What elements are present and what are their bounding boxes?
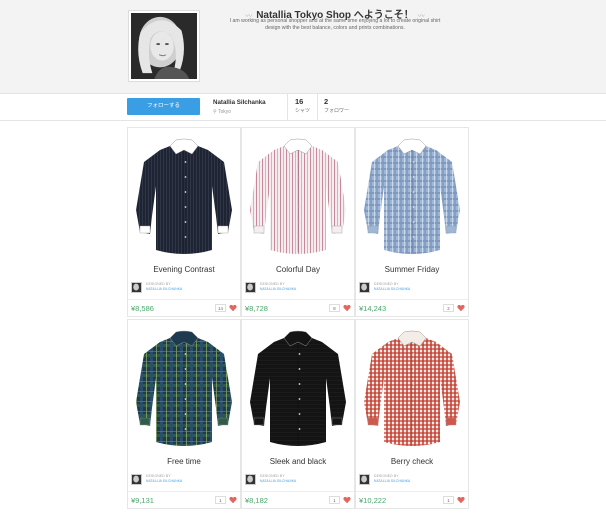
card-footer: ¥8,728 8: [242, 299, 354, 317]
designed-by-label: DESIGNED BY: [146, 474, 171, 478]
heart-icon[interactable]: [343, 496, 351, 504]
product-name[interactable]: Berry check: [356, 457, 468, 466]
designer-avatar[interactable]: [245, 282, 256, 293]
heart-icon[interactable]: [457, 304, 465, 312]
shirts-count[interactable]: 16: [295, 97, 303, 106]
card-footer: ¥10,222 1: [356, 491, 468, 509]
card-footer: ¥14,243 2: [356, 299, 468, 317]
heart-icon[interactable]: [229, 304, 237, 312]
heart-icon[interactable]: [229, 496, 237, 504]
designed-by-label: DESIGNED BY: [260, 474, 285, 478]
designer-avatar[interactable]: [245, 474, 256, 485]
card-footer: ¥8,182 1: [242, 491, 354, 509]
divider: [287, 94, 288, 120]
designer-name-link[interactable]: NATALLIA SILCHANKA: [260, 287, 296, 291]
designer-avatar[interactable]: [359, 474, 370, 485]
product-price: ¥8,182: [245, 496, 268, 505]
designer-info: DESIGNED BY NATALLIA SILCHANKA: [359, 282, 467, 294]
shirt-image[interactable]: [358, 132, 466, 260]
designer-avatar[interactable]: [359, 282, 370, 293]
location-pin-icon: ⚲: [213, 109, 217, 115]
shirt-image[interactable]: [244, 132, 352, 260]
product-price: ¥9,131: [131, 496, 154, 505]
shirt-image[interactable]: [358, 324, 466, 452]
shop-header: 〰 Natallia Tokyo Shop へようこそ！〰 I am workin…: [0, 0, 606, 93]
product-card[interactable]: Colorful Day DESIGNED BY NATALLIA SILCHA…: [241, 127, 355, 317]
designer-info: DESIGNED BY NATALLIA SILCHANKA: [359, 474, 467, 486]
shop-description: I am working as personal shopper and at …: [229, 18, 441, 32]
like-count: 8: [329, 304, 340, 312]
product-card[interactable]: Berry check DESIGNED BY NATALLIA SILCHAN…: [355, 319, 469, 509]
portrait-photo: [131, 13, 197, 79]
designer-name-link[interactable]: NATALLIA SILCHANKA: [374, 287, 410, 291]
product-price: ¥8,586: [131, 304, 154, 313]
product-card[interactable]: Free time DESIGNED BY NATALLIA SILCHANKA…: [127, 319, 241, 509]
designer-info: DESIGNED BY NATALLIA SILCHANKA: [245, 474, 353, 486]
product-name[interactable]: Free time: [128, 457, 240, 466]
product-price: ¥10,222: [359, 496, 387, 505]
designer-name-link[interactable]: NATALLIA SILCHANKA: [146, 287, 182, 291]
owner-name[interactable]: Natallia Silchanka: [213, 99, 266, 106]
designer-name-link[interactable]: NATALLIA SILCHANKA: [146, 479, 182, 483]
like-count: 2: [443, 304, 454, 312]
followers-count[interactable]: 2: [324, 97, 328, 106]
heart-icon[interactable]: [457, 496, 465, 504]
designer-avatar[interactable]: [131, 474, 142, 485]
designer-name-link[interactable]: NATALLIA SILCHANKA: [374, 479, 410, 483]
product-name[interactable]: Evening Contrast: [128, 265, 240, 274]
like-count: 1: [329, 496, 340, 504]
like-count: 1: [443, 496, 454, 504]
designer-info: DESIGNED BY NATALLIA SILCHANKA: [131, 474, 239, 486]
shirts-label: シャツ: [295, 108, 311, 114]
card-footer: ¥8,586 14: [128, 299, 240, 317]
shop-owner-avatar: [128, 10, 200, 82]
like-count: 14: [215, 304, 226, 312]
designer-info: DESIGNED BY NATALLIA SILCHANKA: [131, 282, 239, 294]
followers-label: フォロワー: [324, 108, 350, 114]
profile-bar: フォローする Natallia Silchanka ⚲ Tokyo 16 シャツ…: [0, 93, 606, 121]
designer-info: DESIGNED BY NATALLIA SILCHANKA: [245, 282, 353, 294]
designed-by-label: DESIGNED BY: [146, 282, 171, 286]
product-price: ¥14,243: [359, 304, 387, 313]
product-card[interactable]: Evening Contrast DESIGNED BY NATALLIA SI…: [127, 127, 241, 317]
product-name[interactable]: Sleek and black: [242, 457, 354, 466]
product-name[interactable]: Colorful Day: [242, 265, 354, 274]
product-name[interactable]: Summer Friday: [356, 265, 468, 274]
shirt-image[interactable]: [130, 324, 238, 452]
location-text: Tokyo: [217, 109, 232, 115]
shirt-image[interactable]: [130, 132, 238, 260]
like-count: 1: [215, 496, 226, 504]
follow-button[interactable]: フォローする: [127, 98, 200, 115]
owner-location: ⚲ Tokyo: [213, 109, 231, 115]
designed-by-label: DESIGNED BY: [260, 282, 285, 286]
divider: [317, 94, 318, 120]
designed-by-label: DESIGNED BY: [374, 282, 399, 286]
card-footer: ¥9,131 1: [128, 491, 240, 509]
designer-avatar[interactable]: [131, 282, 142, 293]
designer-name-link[interactable]: NATALLIA SILCHANKA: [260, 479, 296, 483]
designed-by-label: DESIGNED BY: [374, 474, 399, 478]
product-card[interactable]: Sleek and black DESIGNED BY NATALLIA SIL…: [241, 319, 355, 509]
product-card[interactable]: Summer Friday DESIGNED BY NATALLIA SILCH…: [355, 127, 469, 317]
heart-icon[interactable]: [343, 304, 351, 312]
shirt-image[interactable]: [244, 324, 352, 452]
product-price: ¥8,728: [245, 304, 268, 313]
